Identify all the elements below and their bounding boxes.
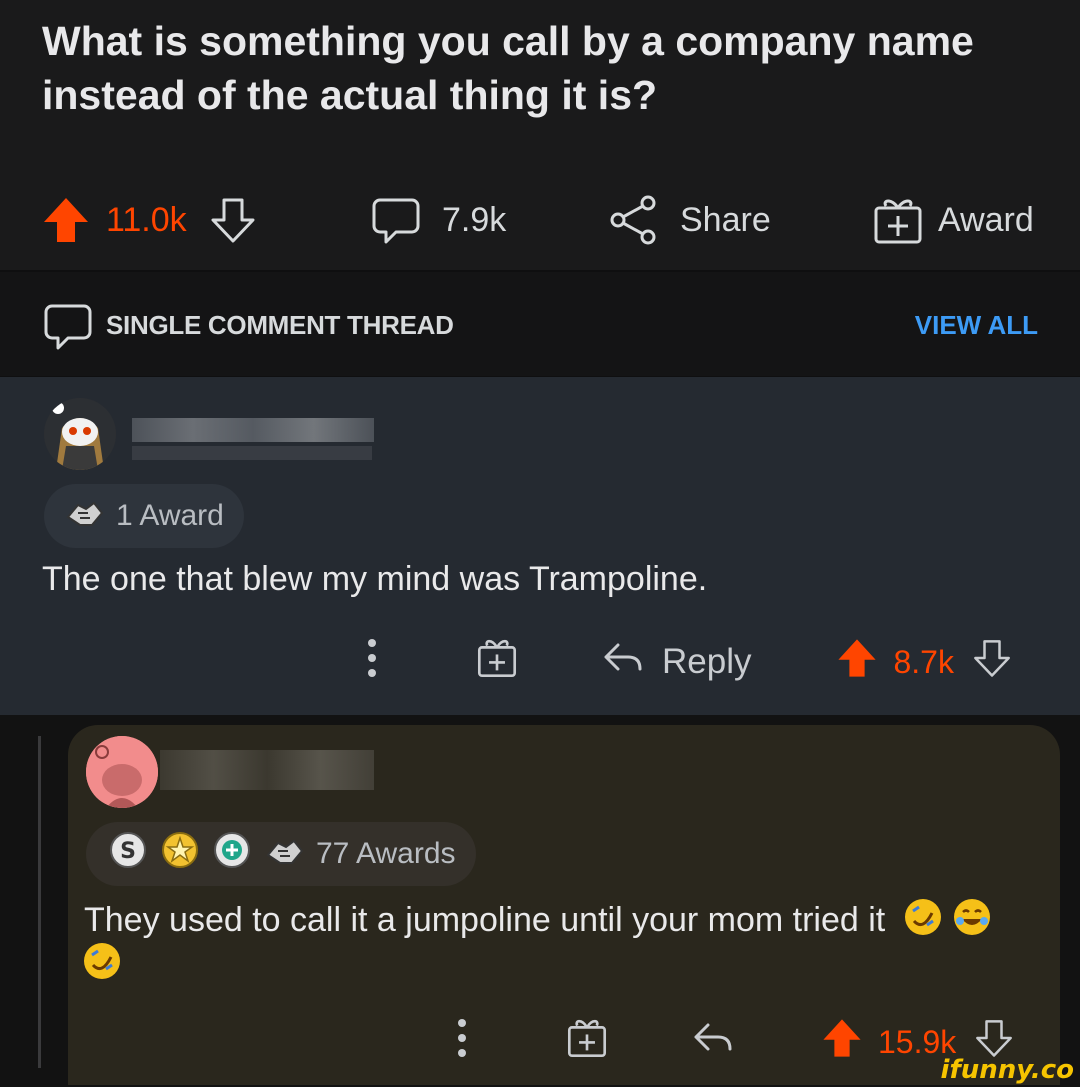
comment-text: They used to call it a jumpoline until y… <box>84 901 886 939</box>
awards-pill[interactable]: S 77 Awards <box>86 822 476 886</box>
reply-icon[interactable] <box>690 1015 736 1070</box>
gold-award-icon <box>160 830 200 878</box>
share-icon <box>608 194 660 246</box>
helpful-award-icon <box>212 830 252 878</box>
award-count: 1 Award <box>116 499 224 532</box>
comment-action-bar: 15.9k <box>440 1014 1014 1070</box>
more-options-icon[interactable] <box>440 1012 484 1073</box>
comments-button[interactable]: 7.9k <box>370 192 506 248</box>
reply-label[interactable]: Reply <box>662 642 751 682</box>
award-count: 77 Awards <box>316 837 456 870</box>
award-label: Award <box>938 200 1034 239</box>
comment-thread-icon <box>42 302 94 359</box>
gift-icon[interactable] <box>564 1015 610 1070</box>
comment-vote-count: 8.7k <box>893 643 954 680</box>
reply-icon[interactable] <box>600 635 646 690</box>
ifunny-watermark: ifunny.co <box>940 1055 1074 1085</box>
silver-award-icon: S <box>108 830 148 878</box>
comment-body: The one that blew my mind was Trampoline… <box>42 560 708 598</box>
metadata-redacted <box>132 446 372 460</box>
comment-action-bar: Reply 8.7k <box>350 634 1012 690</box>
post-vote-bar: 11.0k <box>40 192 257 248</box>
share-button[interactable]: Share <box>608 192 771 248</box>
handshake-award-icon <box>264 829 306 879</box>
awards-pill[interactable]: 1 Award <box>44 484 244 548</box>
thread-line[interactable] <box>38 736 41 1068</box>
upvote-icon[interactable] <box>40 194 92 246</box>
gift-icon <box>872 194 924 246</box>
username-redacted <box>132 418 374 442</box>
comment-count: 7.9k <box>442 200 507 239</box>
share-label: Share <box>680 200 771 239</box>
username-redacted <box>160 750 374 790</box>
rofl-emoji-icon <box>904 899 941 935</box>
gift-icon[interactable] <box>474 635 520 690</box>
downvote-icon[interactable] <box>209 194 257 246</box>
view-all-link[interactable]: VIEW ALL <box>915 310 1038 341</box>
avatar[interactable] <box>86 736 158 808</box>
comment-bubble-icon <box>370 194 422 246</box>
thread-label: SINGLE COMMENT THREAD <box>106 310 454 340</box>
downvote-icon[interactable] <box>972 636 1012 689</box>
avatar[interactable] <box>44 398 116 470</box>
post-vote-count: 11.0k <box>106 200 187 239</box>
joy-emoji-icon <box>954 899 991 935</box>
svg-text:S: S <box>120 839 136 864</box>
more-options-icon[interactable] <box>350 632 394 693</box>
post-title: What is something you call by a company … <box>42 18 974 118</box>
upvote-icon[interactable] <box>820 1016 864 1069</box>
rofl-emoji-icon <box>84 943 120 979</box>
award-button[interactable]: Award <box>872 192 1034 248</box>
handshake-award-icon <box>64 491 106 541</box>
upvote-icon[interactable] <box>835 636 879 689</box>
comment-body: They used to call it a jumpoline until y… <box>84 898 1044 986</box>
